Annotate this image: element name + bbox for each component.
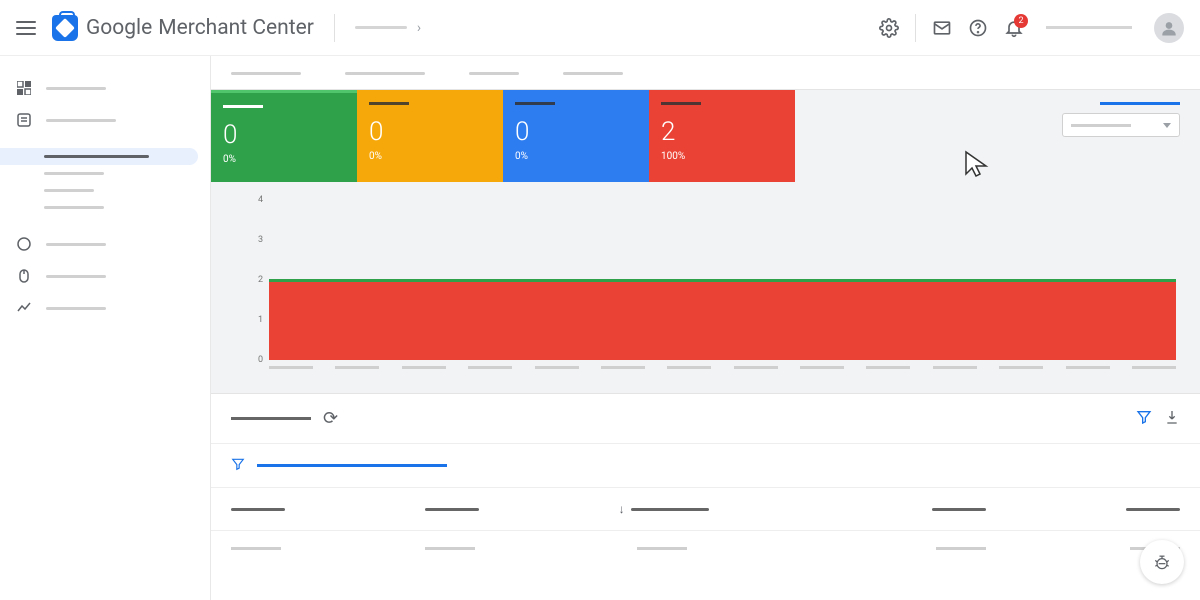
accent-underline [1100, 102, 1180, 105]
sidebar-sub-4[interactable] [0, 199, 210, 216]
tab-1[interactable] [231, 72, 301, 75]
mouse-icon [16, 268, 32, 284]
table-title [231, 417, 311, 420]
card-value: 2 [661, 117, 783, 147]
card-percent: 0% [369, 151, 491, 162]
card-value: 0 [515, 117, 637, 147]
avatar[interactable] [1154, 13, 1184, 43]
trend-icon [16, 300, 32, 316]
table-header: ↓ [211, 487, 1200, 531]
y-tick: 3 [258, 235, 269, 245]
divider [915, 14, 916, 42]
y-tick: 1 [258, 315, 269, 325]
sidebar-item-5[interactable] [0, 292, 210, 324]
chart-series-green [269, 279, 1176, 282]
card-pending[interactable]: 0 0% [357, 90, 503, 182]
gear-icon[interactable] [879, 18, 899, 38]
sidebar-sub-3[interactable] [0, 182, 210, 199]
table-controls: ⟳ [211, 393, 1200, 443]
help-icon[interactable] [968, 18, 988, 38]
th-4[interactable] [812, 502, 986, 516]
sidebar-item-4[interactable] [0, 260, 210, 292]
sidebar-item-2[interactable] [0, 104, 210, 136]
filter-icon[interactable] [1136, 409, 1152, 429]
tab-2[interactable] [345, 72, 425, 75]
sidebar [0, 56, 210, 600]
x-axis [269, 366, 1176, 369]
feedback-button[interactable] [1140, 540, 1184, 584]
sidebar-sub-active[interactable] [0, 148, 198, 165]
refresh-icon[interactable]: ⟳ [323, 408, 338, 429]
tab-4[interactable] [563, 72, 623, 75]
card-percent: 0% [515, 151, 637, 162]
th-1[interactable] [231, 502, 405, 516]
app-header: Google Merchant Center › 2 [0, 0, 1200, 56]
logo-product: Merchant Center [158, 16, 314, 40]
card-percent: 0% [223, 154, 345, 165]
circle-icon [16, 236, 32, 252]
th-2[interactable] [425, 502, 599, 516]
cards-controls [1062, 102, 1180, 137]
sidebar-item-3[interactable] [0, 228, 210, 260]
chevron-right-icon: › [417, 20, 421, 36]
y-tick: 0 [258, 355, 269, 365]
tab-3[interactable] [469, 72, 519, 75]
filter-icon [231, 456, 245, 475]
menu-toggle[interactable] [16, 21, 36, 35]
sidebar-sub-2[interactable] [0, 165, 210, 182]
tabs [211, 56, 1200, 89]
card-percent: 100% [661, 151, 783, 162]
filter-bar[interactable] [211, 443, 1200, 487]
account-selector[interactable] [1046, 26, 1132, 29]
dashboard-icon [16, 80, 32, 96]
table-row[interactable] [211, 531, 1200, 566]
sort-down-icon: ↓ [619, 502, 625, 516]
card-active[interactable]: 0 0% [211, 90, 357, 182]
y-tick: 4 [258, 195, 269, 205]
th-5[interactable] [1006, 502, 1180, 516]
summary-cards: 0 0% 0 0% 0 0% 2 100% [211, 89, 1200, 393]
list-icon [16, 112, 32, 128]
notification-badge: 2 [1014, 14, 1028, 28]
chevron-down-icon [1163, 123, 1171, 128]
merchant-center-logo-icon [52, 15, 78, 41]
logo-brand: Google [86, 16, 152, 40]
card-value: 0 [369, 117, 491, 147]
breadcrumb[interactable]: › [355, 20, 421, 36]
mail-icon[interactable] [932, 18, 952, 38]
filter-chip [257, 464, 447, 467]
y-tick: 2 [258, 275, 269, 285]
date-range-select[interactable] [1062, 113, 1180, 137]
download-icon[interactable] [1164, 409, 1180, 429]
card-value: 0 [223, 120, 345, 150]
th-3[interactable]: ↓ [619, 502, 793, 516]
card-disapproved[interactable]: 2 100% [649, 90, 795, 182]
trend-chart: 4 3 2 1 0 [211, 182, 1200, 393]
sidebar-item-1[interactable] [0, 72, 210, 104]
divider [334, 14, 335, 42]
chart-series-red [269, 282, 1176, 360]
main-content: 0 0% 0 0% 0 0% 2 100% [210, 56, 1200, 600]
notifications-icon[interactable]: 2 [1004, 18, 1024, 38]
card-expiring[interactable]: 0 0% [503, 90, 649, 182]
